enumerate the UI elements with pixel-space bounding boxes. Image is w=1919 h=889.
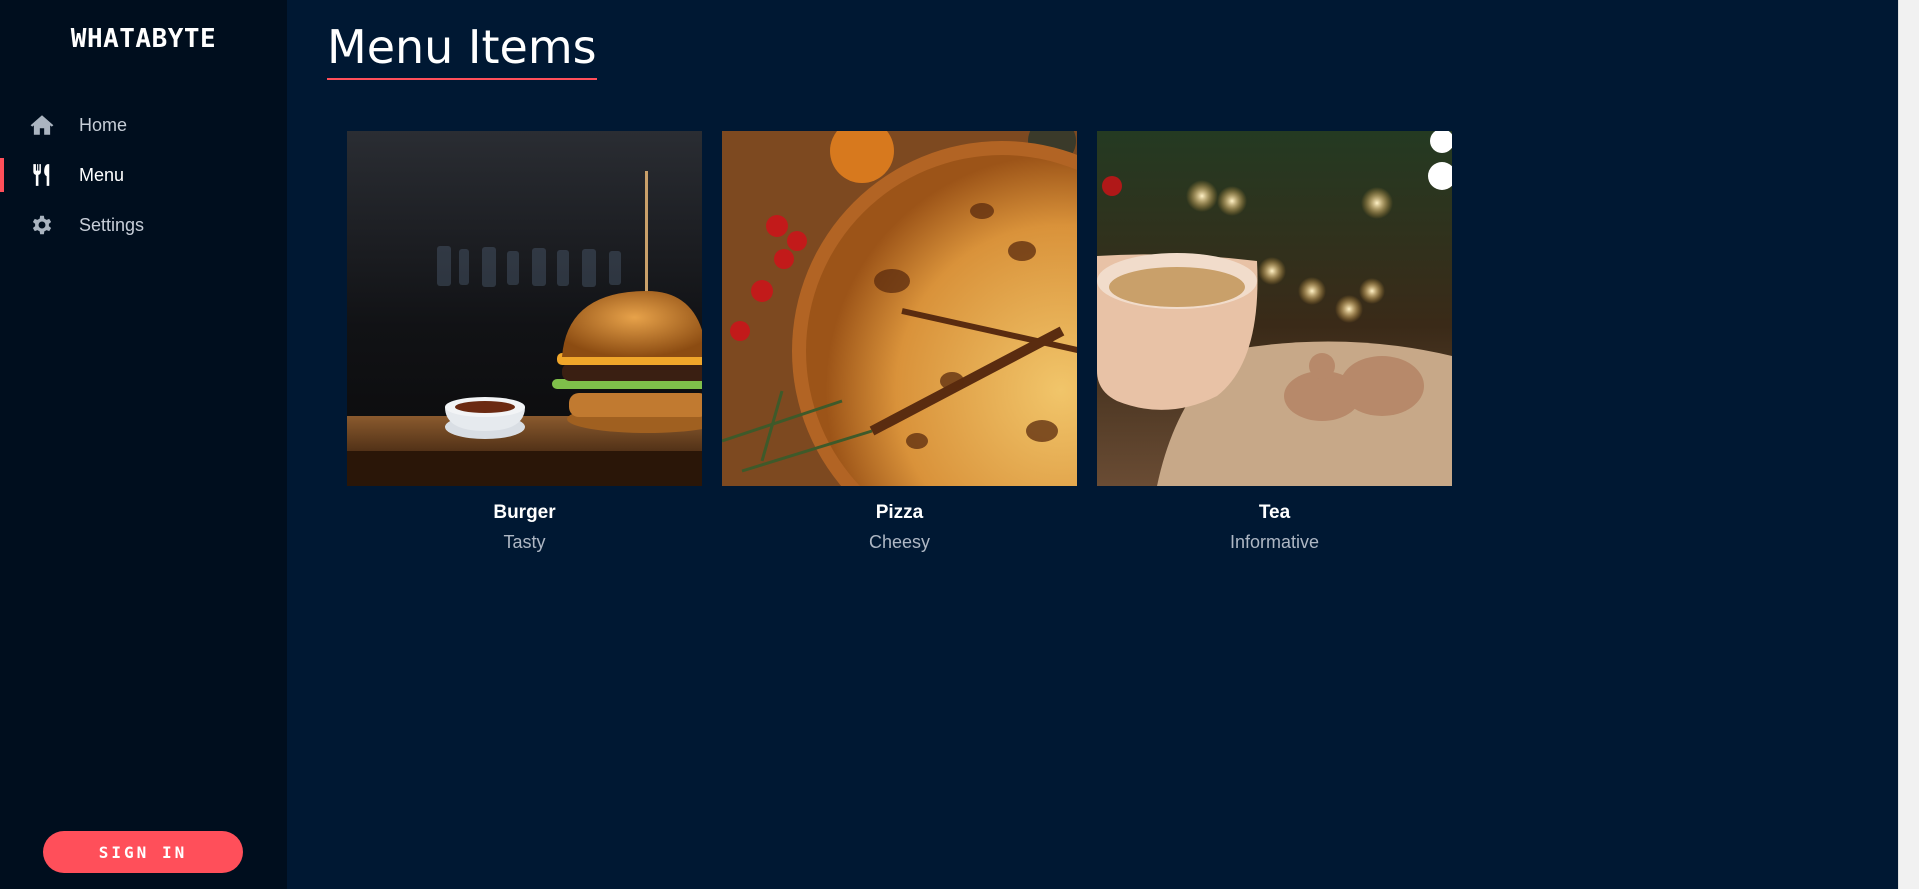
menu-item-description: Informative [1229, 532, 1320, 552]
sidebar-nav: Home Menu Settings [0, 100, 287, 250]
gear-icon [28, 211, 56, 239]
burger-photo[interactable] [347, 131, 702, 486]
page-title: Menu Items [327, 20, 597, 80]
menu-item-grid: Burger Tasty Pizza Cheesy Tea Informativ… [347, 131, 1452, 553]
utensils-icon [28, 161, 56, 189]
sidebar-item-label: Settings [79, 214, 145, 235]
menu-item-card[interactable]: Burger Tasty [347, 131, 702, 553]
app-window: WHATABYTE Home Menu Settings SIGN IN Men… [0, 0, 1919, 889]
menu-item-name: Pizza [875, 502, 924, 523]
menu-item-name: Tea [1258, 502, 1291, 523]
sidebar: WHATABYTE Home Menu Settings SIGN IN [0, 0, 287, 889]
sidebar-item-label: Menu [79, 164, 125, 185]
tea-photo[interactable] [1097, 131, 1452, 486]
menu-item-card[interactable]: Tea Informative [1097, 131, 1452, 553]
menu-item-card[interactable]: Pizza Cheesy [722, 131, 1077, 553]
brand-logo[interactable]: WHATABYTE [0, 24, 287, 54]
menu-item-name: Burger [493, 502, 556, 523]
sidebar-item-menu[interactable]: Menu [0, 150, 287, 200]
menu-item-description: Tasty [503, 532, 546, 552]
sidebar-item-home[interactable]: Home [0, 100, 287, 150]
main-content: Menu Items Burger Tasty Pizza Cheesy Tea… [287, 0, 1898, 889]
pizza-photo[interactable] [722, 131, 1077, 486]
home-icon [28, 111, 56, 139]
sign-in-button[interactable]: SIGN IN [43, 831, 243, 873]
menu-item-description: Cheesy [868, 532, 931, 552]
sidebar-item-settings[interactable]: Settings [0, 200, 287, 250]
vertical-scrollbar[interactable] [1898, 0, 1919, 889]
sidebar-item-label: Home [79, 114, 128, 135]
